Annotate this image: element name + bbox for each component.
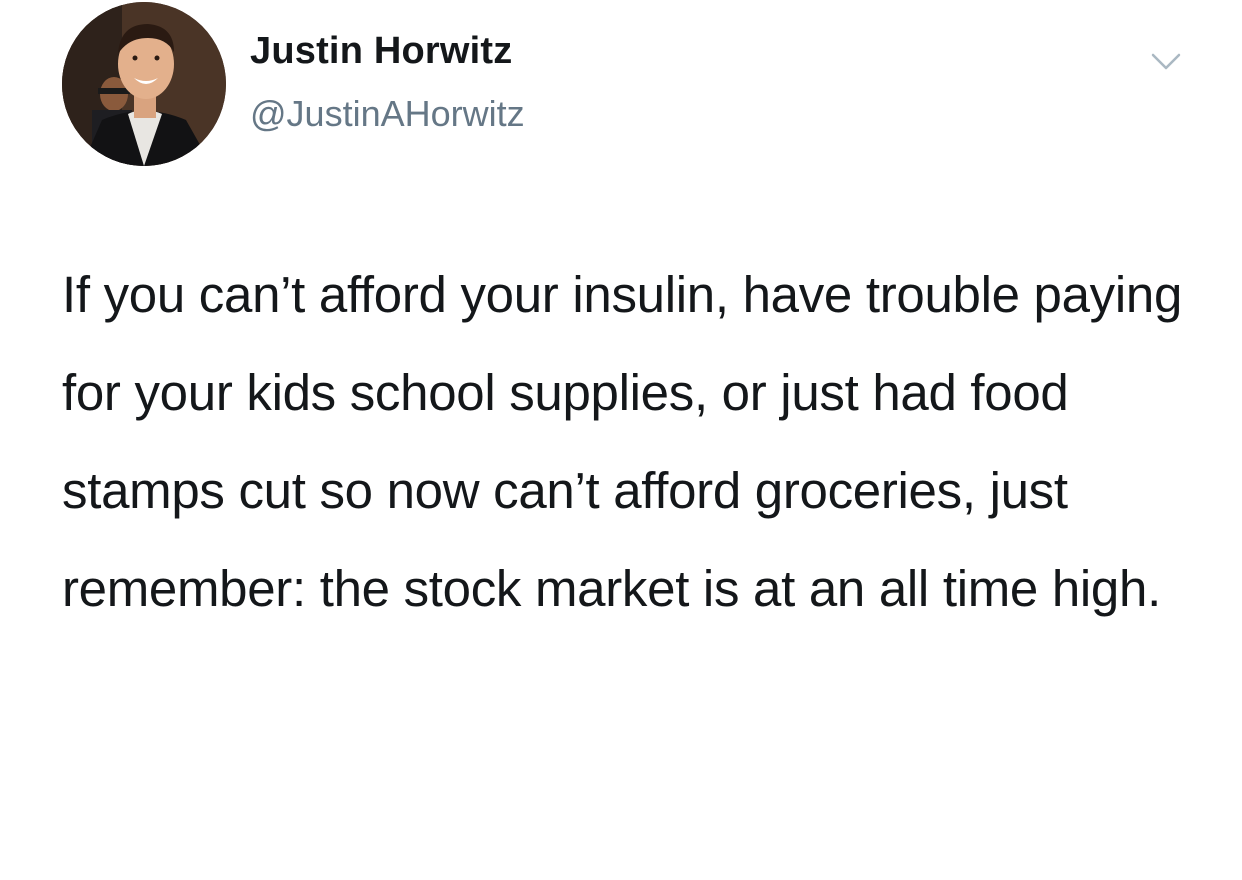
avatar-photo-icon xyxy=(62,2,226,166)
tweet-menu-button[interactable] xyxy=(1146,46,1186,76)
author-avatar[interactable] xyxy=(62,2,226,166)
chevron-down-icon xyxy=(1151,53,1181,70)
author-handle[interactable]: @JustinAHorwitz xyxy=(250,93,525,135)
tweet-card: Justin Horwitz @JustinAHorwitz If you ca… xyxy=(0,0,1242,880)
tweet-text: If you can’t afford your insulin, have t… xyxy=(62,266,1183,617)
author-display-name[interactable]: Justin Horwitz xyxy=(250,30,512,73)
